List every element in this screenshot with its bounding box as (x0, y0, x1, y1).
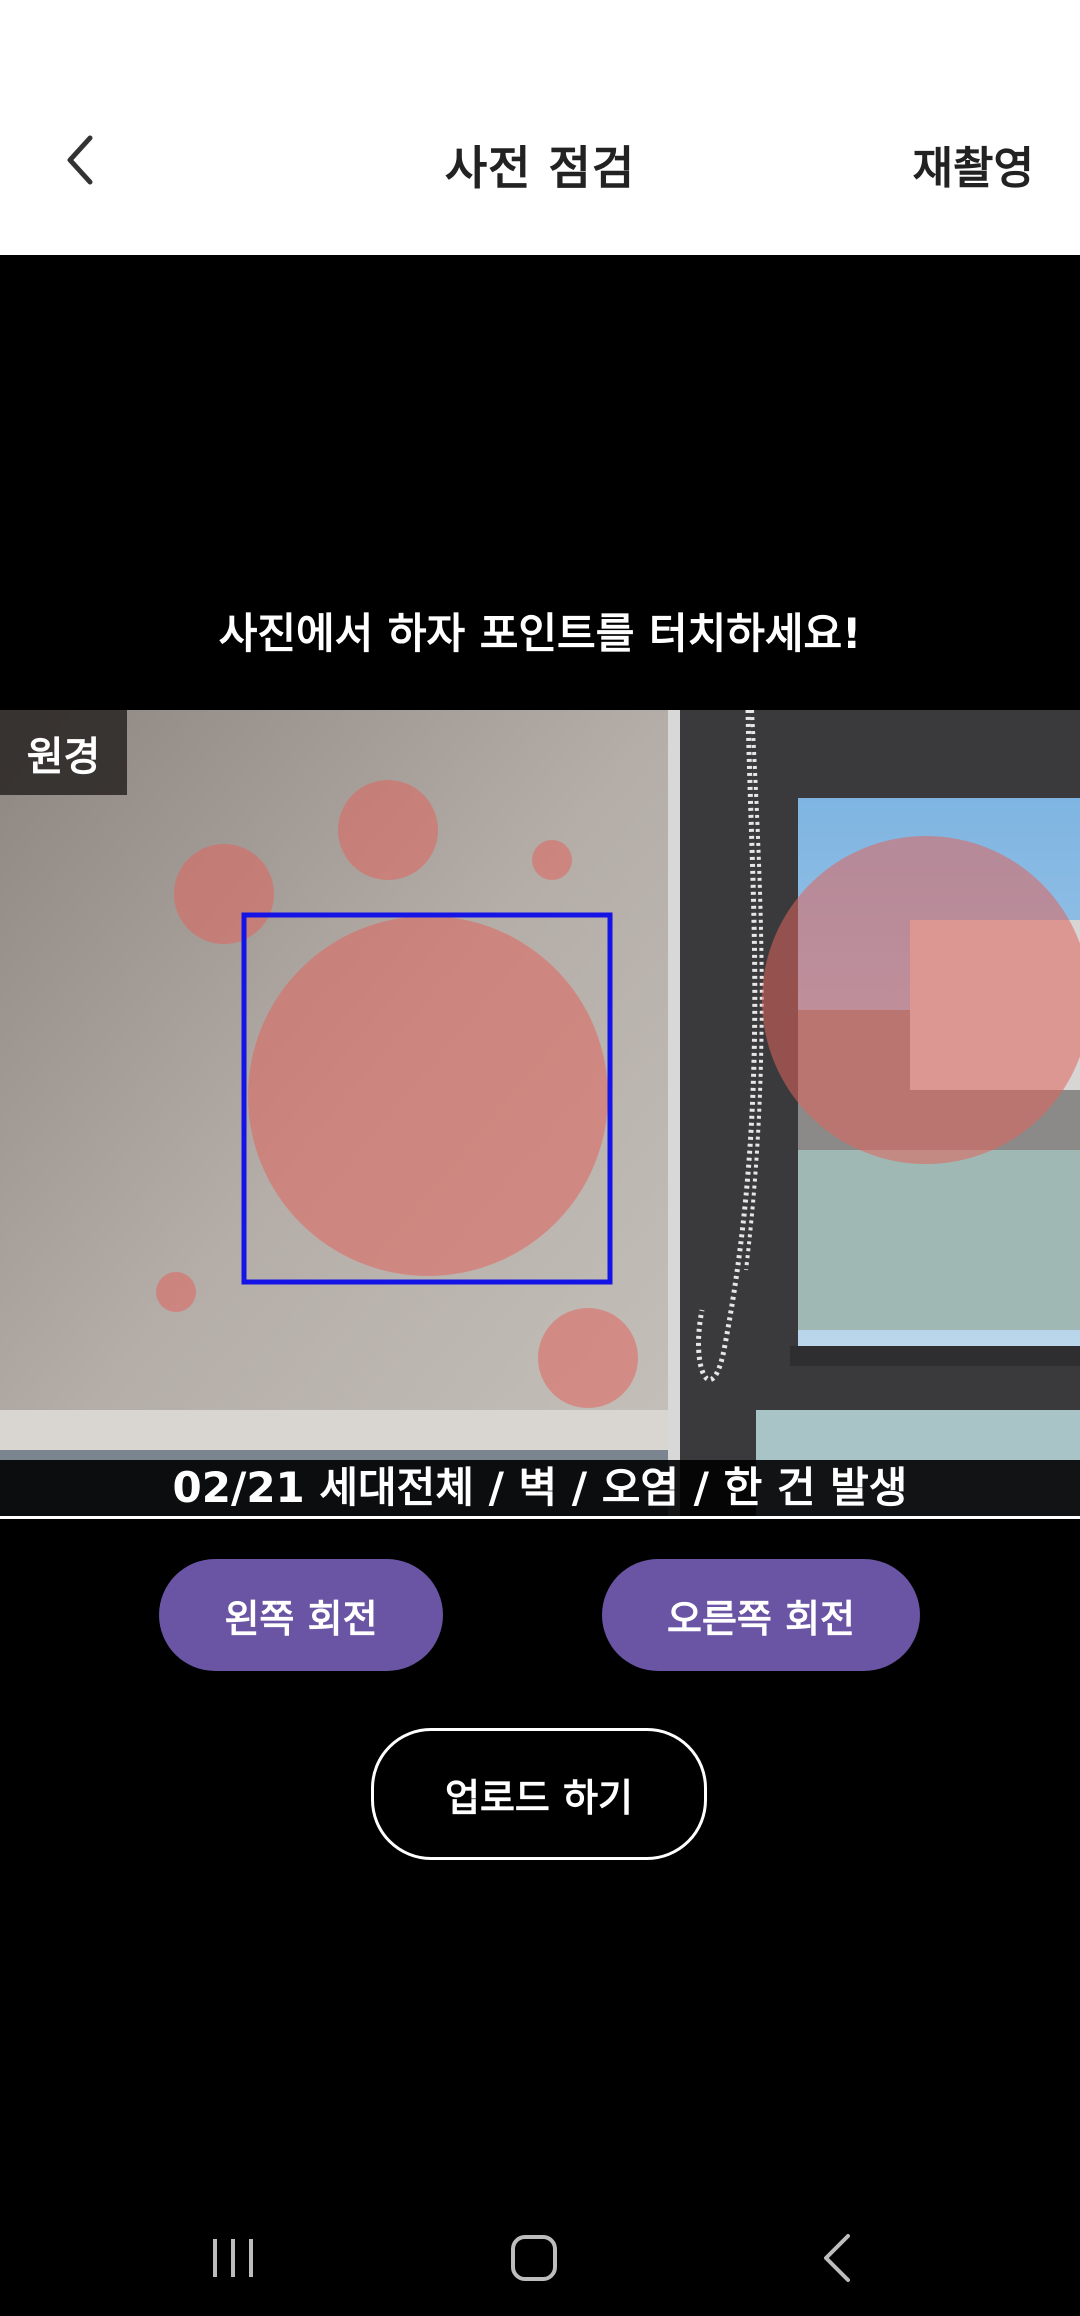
photo-canvas (0, 710, 1080, 1518)
retake-button[interactable]: 재촬영 (913, 132, 1034, 196)
top-bar: 사전 점검 재촬영 (0, 0, 1080, 255)
home-button[interactable] (464, 2200, 604, 2316)
home-icon (511, 2235, 557, 2281)
window-sill (790, 1346, 1080, 1366)
defect-marker[interactable] (538, 1308, 638, 1408)
system-nav-bar (0, 2200, 1080, 2316)
defect-marker[interactable] (532, 840, 572, 880)
defect-marker[interactable] (338, 780, 438, 880)
inspection-photo[interactable]: 원경 (0, 710, 1080, 1518)
defect-marker[interactable] (156, 1272, 196, 1312)
glass-building (798, 1150, 1080, 1330)
defect-marker[interactable] (762, 836, 1080, 1164)
rotate-left-button[interactable]: 왼쪽 회전 (159, 1559, 443, 1671)
blind-bottom-bar (0, 1410, 680, 1450)
defect-marker[interactable] (248, 916, 608, 1276)
nav-back-icon (824, 2234, 850, 2282)
rotate-right-button[interactable]: 오른쪽 회전 (602, 1559, 920, 1671)
view-type-badge: 원경 (0, 710, 127, 795)
defect-caption: 02/21 세대전체 / 벽 / 오염 / 한 건 발생 (0, 1460, 1080, 1516)
nav-back-button[interactable] (768, 2200, 908, 2316)
upload-button[interactable]: 업로드 하기 (371, 1728, 707, 1860)
instruction-text: 사진에서 하자 포인트를 터치하세요! (218, 609, 862, 658)
frame-edge (668, 710, 680, 1518)
recent-apps-icon (213, 2239, 253, 2277)
recent-apps-button[interactable] (164, 2200, 304, 2316)
app-screen: 사전 점검 재촬영 사진에서 하자 포인트를 터치하세요! 원경 02/21 세… (0, 0, 1080, 2316)
defect-marker[interactable] (174, 844, 274, 944)
divider (0, 1516, 1080, 1519)
